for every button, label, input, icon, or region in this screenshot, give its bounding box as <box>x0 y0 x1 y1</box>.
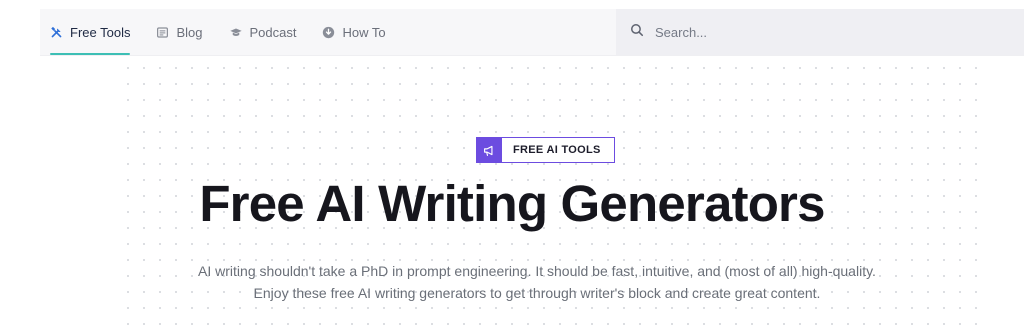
page-title: Free AI Writing Generators <box>199 175 825 232</box>
tab-free-tools[interactable]: Free Tools <box>40 9 140 55</box>
page: Free Tools Blog Podcast How To Search...… <box>0 0 1024 326</box>
tools-icon <box>50 26 63 39</box>
top-navigation-bar: Free Tools Blog Podcast How To Search... <box>40 9 1024 56</box>
subtitle-line-1: AI writing shouldn't take a PhD in promp… <box>198 263 876 279</box>
tab-label: Podcast <box>249 24 297 40</box>
newspaper-icon <box>156 26 169 39</box>
tab-label: Free Tools <box>70 24 131 40</box>
page-subtitle: AI writing shouldn't take a PhD in promp… <box>0 260 1024 304</box>
tab-label: Blog <box>176 24 203 40</box>
tab-label: How To <box>342 24 386 40</box>
search-box[interactable] <box>616 9 1024 55</box>
tab-how-to[interactable]: How To <box>312 9 395 55</box>
nav-tabs: Free Tools Blog Podcast How To <box>40 9 402 55</box>
tab-blog[interactable]: Blog <box>146 9 212 55</box>
badge-label: FREE AI TOOLS <box>513 144 601 156</box>
graduation-cap-icon <box>229 26 243 39</box>
search-icon <box>630 23 644 42</box>
tab-podcast[interactable]: Podcast <box>219 9 307 55</box>
download-circle-icon <box>322 26 335 39</box>
search-input[interactable] <box>653 23 977 41</box>
category-badge: FREE AI TOOLS <box>476 137 615 163</box>
megaphone-icon <box>477 138 502 162</box>
subtitle-line-2: Enjoy these free AI writing generators t… <box>253 285 821 301</box>
